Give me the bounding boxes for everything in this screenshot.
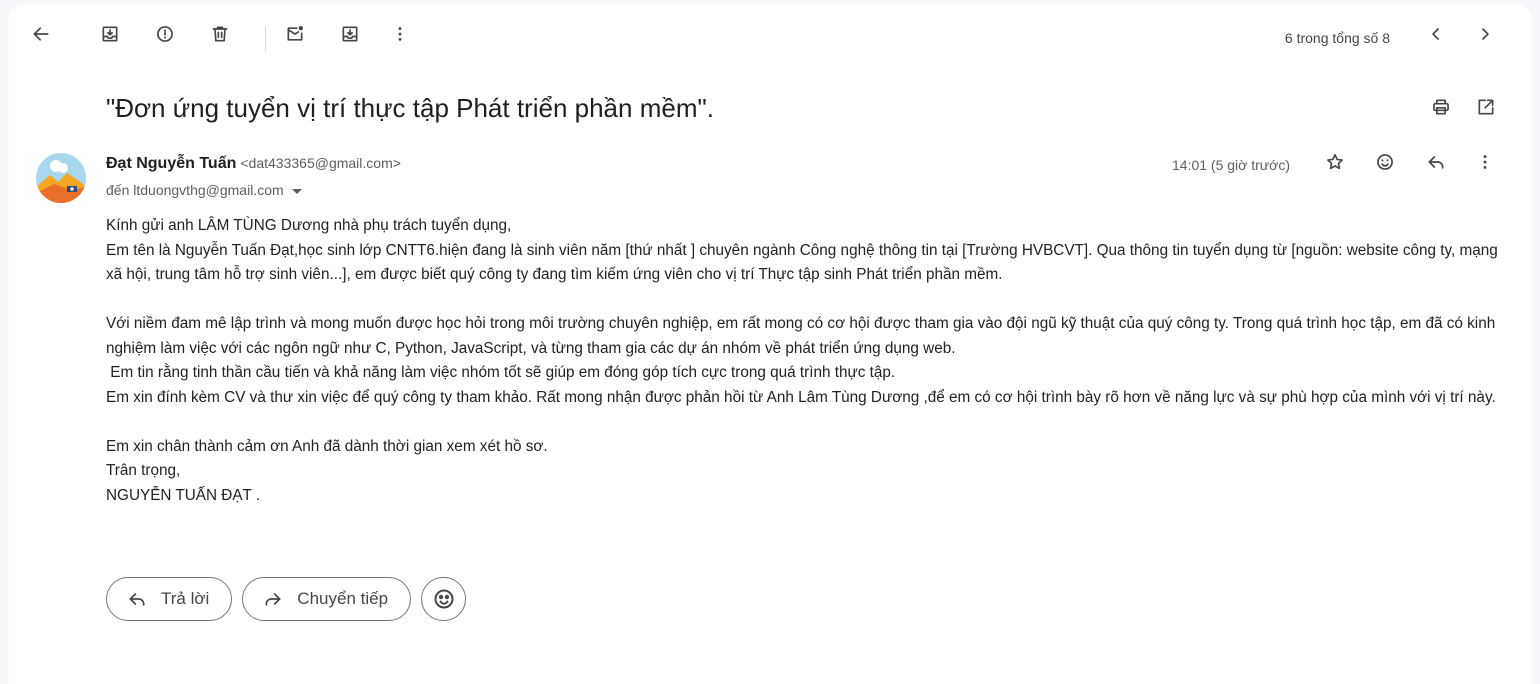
- next-message-button[interactable]: [1465, 14, 1505, 54]
- back-button[interactable]: [21, 14, 61, 54]
- reply-icon-button[interactable]: [1416, 142, 1456, 182]
- reply-label: Trả lời: [161, 589, 210, 608]
- body-line: Trân trọng,: [106, 462, 181, 479]
- body-blank-line: [106, 288, 1516, 313]
- report-spam-button[interactable]: [145, 14, 185, 54]
- email-subject: "Đơn ứng tuyển vị trí thực tập Phát triể…: [106, 93, 714, 123]
- avatar-landscape-icon: [36, 153, 86, 203]
- print-icon: [1433, 99, 1449, 115]
- mark-unread-icon: [287, 26, 303, 41]
- sender-line: Đạt Nguyễn Tuấn <dat433365@gmail.com>: [106, 155, 401, 173]
- more-actions-button[interactable]: [380, 14, 420, 54]
- recipient-text: đến ltduongvthg@gmail.com: [106, 182, 284, 198]
- body-line: Em xin chân thành cảm ơn Anh đã dành thờ…: [106, 437, 548, 455]
- body-line: NGUYỄN TUẤN ĐẠT .: [106, 486, 261, 504]
- reply-icon: [129, 593, 145, 606]
- recipient-details[interactable]: đến ltduongvthg@gmail.com: [106, 182, 302, 198]
- forward-icon: [265, 593, 281, 606]
- move-to-inbox-icon: [342, 26, 358, 42]
- open-in-new-icon: [1478, 99, 1494, 115]
- archive-button[interactable]: [90, 14, 130, 54]
- more-vert-icon: [1483, 155, 1487, 169]
- caret-down-icon[interactable]: [291, 188, 302, 194]
- star-button[interactable]: [1315, 142, 1355, 182]
- print-button[interactable]: [1421, 87, 1461, 127]
- more-vert-icon: [398, 27, 402, 41]
- sender-avatar[interactable]: [36, 153, 86, 203]
- email-body: Kính gửi anh LÂM TÙNG Dương nhà phụ trác…: [106, 214, 1516, 508]
- forward-label: Chuyển tiếp: [297, 589, 389, 608]
- reply-icon: [1428, 156, 1444, 169]
- arrow-left-icon: [33, 27, 49, 41]
- message-time: 14:01 (5 giờ trước): [1172, 157, 1290, 173]
- emoji-icon: [1377, 154, 1393, 170]
- sender-email: <dat433365@gmail.com>: [240, 155, 401, 171]
- body-line: Em tin rằng tinh thần cầu tiến và khả nă…: [106, 364, 896, 381]
- sender-name[interactable]: Đạt Nguyễn Tuấn: [106, 155, 236, 172]
- report-spam-icon: [157, 26, 173, 42]
- message-more-button[interactable]: [1465, 142, 1505, 182]
- forward-button[interactable]: Chuyển tiếp: [242, 577, 412, 621]
- chevron-right-icon: [1482, 28, 1489, 40]
- trash-icon: [212, 26, 228, 42]
- star-icon: [1327, 154, 1343, 170]
- emoji-reaction-button[interactable]: [421, 577, 467, 621]
- move-to-inbox-button[interactable]: [330, 14, 370, 54]
- body-line: Với niềm đam mê lập trình và mong muốn đ…: [106, 315, 1496, 357]
- body-line: Kính gửi anh LÂM TÙNG Dương nhà phụ trác…: [106, 217, 512, 234]
- previous-message-button[interactable]: [1416, 14, 1456, 54]
- message-view: 6 trong tổng số 8 "Đơn ứng tuyển vị trí …: [8, 4, 1532, 684]
- emoji-icon: [434, 589, 454, 609]
- delete-button[interactable]: [200, 14, 240, 54]
- body-line: Em xin đính kèm CV và thư xin việc để qu…: [106, 388, 1496, 406]
- add-reaction-button[interactable]: [1365, 142, 1405, 182]
- chevron-left-icon: [1432, 28, 1439, 40]
- open-in-new-window-button[interactable]: [1466, 87, 1506, 127]
- mark-unread-button[interactable]: [275, 14, 315, 54]
- pager-count: 6 trong tổng số 8: [1284, 30, 1390, 46]
- body-line: Em tên là Nguyễn Tuấn Đạt,học sinh lớp C…: [106, 241, 1498, 284]
- reply-button[interactable]: Trả lời: [106, 577, 233, 621]
- body-blank-line: [106, 410, 1516, 435]
- toolbar-divider: [265, 26, 266, 52]
- archive-icon: [102, 26, 118, 42]
- reply-actions: Trả lời Chuyển tiếp: [106, 577, 467, 621]
